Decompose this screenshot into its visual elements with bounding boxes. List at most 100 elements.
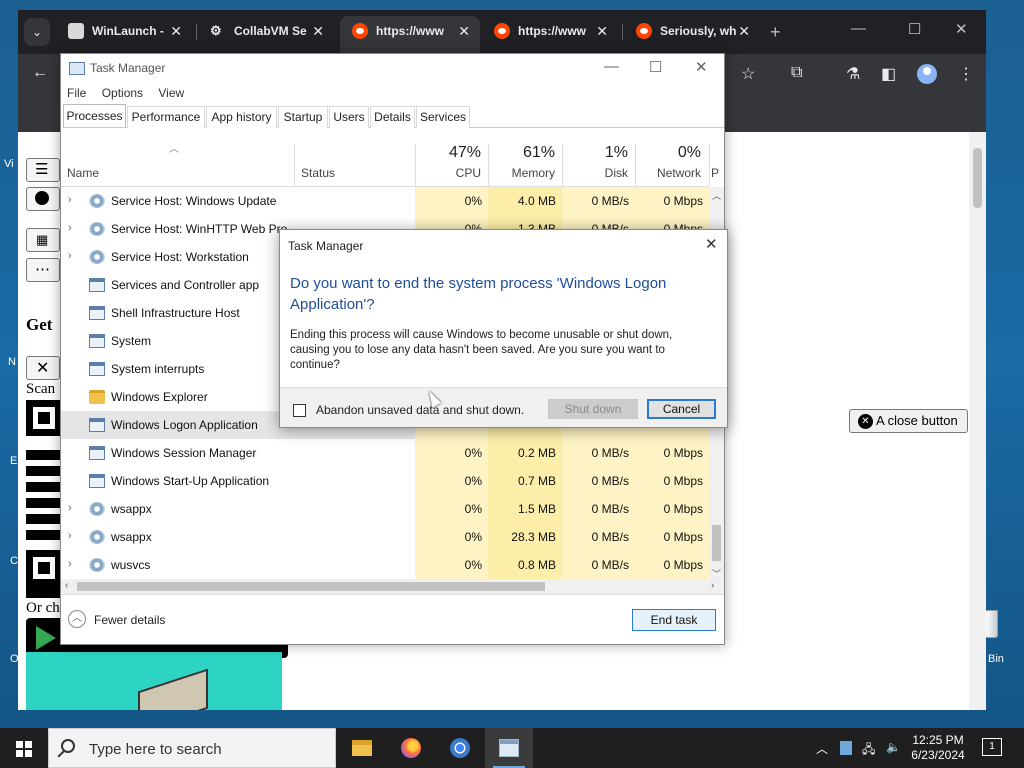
menu-file[interactable]: File <box>67 86 86 100</box>
reddit-logo-button[interactable] <box>26 187 60 211</box>
table-row[interactable]: › wsappx 0% 1.5 MB 0 MB/s 0 Mbps <box>61 495 709 523</box>
browser-tab[interactable]: ⚙ CollabVM Se ✕ <box>198 16 334 54</box>
tab-title: https://www <box>376 24 444 38</box>
chevron-right-icon[interactable]: › <box>68 222 72 234</box>
tab-title: Seriously, wh <box>660 24 737 38</box>
taskbar-task-manager[interactable] <box>485 728 533 768</box>
close-icon[interactable]: ✕ <box>596 16 608 46</box>
minimize-button[interactable]: — <box>851 20 866 37</box>
browser-tab-active[interactable]: https://www ✕ <box>340 16 480 54</box>
taskbar-firefox[interactable] <box>387 728 435 768</box>
scroll-right-arrow-icon[interactable]: › <box>711 580 714 591</box>
tab-app-history[interactable]: App history <box>206 106 277 128</box>
tab-title: WinLaunch - <box>92 24 164 38</box>
extensions-icon[interactable]: ⧉ <box>791 64 802 82</box>
browser-tab[interactable]: WinLaunch - ✕ <box>56 16 192 54</box>
close-x-button[interactable]: ✕ <box>26 356 60 380</box>
close-icon[interactable]: ✕ <box>458 16 470 46</box>
close-icon[interactable]: ✕ <box>705 235 718 253</box>
abandon-data-label[interactable]: Abandon unsaved data and shut down. <box>316 403 524 417</box>
column-name[interactable]: Name <box>67 166 99 180</box>
chevron-right-icon[interactable]: › <box>68 250 72 262</box>
memory-cell: 0.7 MB <box>488 467 562 495</box>
tab-services[interactable]: Services <box>416 106 470 128</box>
column-status[interactable]: Status <box>301 166 335 180</box>
chevron-up-icon[interactable]: ︿ <box>816 740 828 757</box>
scroll-up-arrow-icon[interactable]: ︿ <box>712 189 721 202</box>
bookmark-star-icon[interactable]: ☆ <box>741 64 755 84</box>
chevron-right-icon[interactable]: › <box>68 530 72 542</box>
more-options-button[interactable]: ⋯ <box>26 258 60 282</box>
close-icon[interactable]: ✕ <box>312 16 324 46</box>
network-icon[interactable]: 🖧 <box>862 740 875 761</box>
shut-down-button[interactable]: Shut down <box>548 399 638 419</box>
chevron-right-icon[interactable]: › <box>68 502 72 514</box>
more-menu-icon[interactable]: ⋮ <box>958 64 974 84</box>
task-manager-titlebar[interactable]: Task Manager — ☐ ✕ <box>61 54 724 82</box>
abandon-data-checkbox[interactable] <box>293 404 306 417</box>
end-task-button[interactable]: End task <box>632 609 716 631</box>
qr-code-button[interactable]: ▦ <box>26 228 60 252</box>
chevron-up-circle-icon[interactable]: ︿ <box>68 610 86 628</box>
dialog-question: Do you want to end the system process 'W… <box>290 275 667 313</box>
taskbar-chrome[interactable] <box>436 728 484 768</box>
chevron-right-icon[interactable]: › <box>68 558 72 570</box>
menu-options[interactable]: Options <box>102 86 143 100</box>
scrollbar-thumb[interactable] <box>973 148 982 208</box>
taskbar: Type here to search ︿ 🖧 🔈 12:25 PM 6/23/… <box>0 728 1024 768</box>
close-icon[interactable]: ✕ <box>170 16 182 46</box>
notification-center-icon[interactable]: 1 <box>982 738 1002 756</box>
fewer-details-link[interactable]: Fewer details <box>94 613 165 627</box>
browser-tab[interactable]: https://www ✕ <box>482 16 618 54</box>
column-cpu[interactable]: CPU <box>415 166 481 180</box>
close-window-button[interactable]: ✕ <box>955 20 968 38</box>
tab-performance[interactable]: Performance <box>127 106 205 128</box>
tab-users[interactable]: Users <box>329 106 369 128</box>
taskbar-search[interactable]: Type here to search <box>48 728 336 768</box>
table-row[interactable]: › wsappx 0% 28.3 MB 0 MB/s 0 Mbps <box>61 523 709 551</box>
lab-flask-icon[interactable]: ⚗ <box>846 64 860 84</box>
column-memory[interactable]: Memory <box>488 166 555 180</box>
cancel-button[interactable]: Cancel <box>647 399 716 419</box>
start-button[interactable] <box>0 728 48 768</box>
column-power[interactable]: P <box>711 166 719 180</box>
tab-details[interactable]: Details <box>370 106 415 128</box>
table-row[interactable]: Windows Start-Up Application 0% 0.7 MB 0 MB… <box>61 467 709 495</box>
close-window-button[interactable]: ✕ <box>695 58 708 76</box>
network-adapter-icon[interactable] <box>840 741 852 755</box>
tab-processes[interactable]: Processes <box>63 104 126 127</box>
column-disk[interactable]: Disk <box>562 166 628 180</box>
hamburger-menu-button[interactable]: ☰ <box>26 158 60 182</box>
reddit-icon <box>352 23 368 39</box>
memory-cell: 1.5 MB <box>488 495 562 523</box>
side-panel-icon[interactable]: ◧ <box>881 64 896 84</box>
minimize-button[interactable]: — <box>604 58 619 75</box>
process-list-hscrollbar[interactable]: ‹ › <box>61 579 724 594</box>
tab-search-button[interactable]: ⌄ <box>24 18 50 46</box>
table-row[interactable]: › wusvcs 0% 0.8 MB 0 MB/s 0 Mbps <box>61 551 709 579</box>
table-row[interactable]: Windows Session Manager 0% 0.2 MB 0 MB/s 0 M… <box>61 439 709 467</box>
scrollbar-thumb[interactable] <box>712 525 721 561</box>
maximize-button[interactable]: ☐ <box>649 58 662 76</box>
close-icon[interactable]: ✕ <box>738 16 750 46</box>
volume-muted-icon[interactable]: 🔈 <box>886 740 901 754</box>
scroll-left-arrow-icon[interactable]: ‹ <box>65 580 68 591</box>
taskbar-file-explorer[interactable] <box>338 728 386 768</box>
page-scrollbar[interactable] <box>969 132 986 710</box>
table-row[interactable]: › Service Host: Windows Update 0% 4.0 MB 0 M… <box>61 187 709 215</box>
profile-avatar-icon[interactable] <box>917 64 937 84</box>
back-arrow-icon[interactable]: ← <box>32 64 48 82</box>
browser-tab[interactable]: Seriously, wh ✕ <box>624 16 760 54</box>
a-close-button[interactable]: ✕ A close button <box>849 409 968 433</box>
scrollbar-thumb[interactable] <box>77 582 545 591</box>
chevron-right-icon[interactable]: › <box>68 194 72 206</box>
desktop-icon-label: E <box>10 455 18 467</box>
column-network[interactable]: Network <box>635 166 701 180</box>
system-clock[interactable]: 12:25 PM 6/23/2024 <box>905 733 971 763</box>
menu-view[interactable]: View <box>158 86 184 100</box>
clock-date: 6/23/2024 <box>911 748 965 762</box>
tab-startup[interactable]: Startup <box>278 106 328 128</box>
task-manager-footer: ︿ Fewer details End task <box>61 594 724 644</box>
new-tab-button[interactable]: + <box>770 18 781 46</box>
maximize-button[interactable]: ☐ <box>908 20 921 38</box>
